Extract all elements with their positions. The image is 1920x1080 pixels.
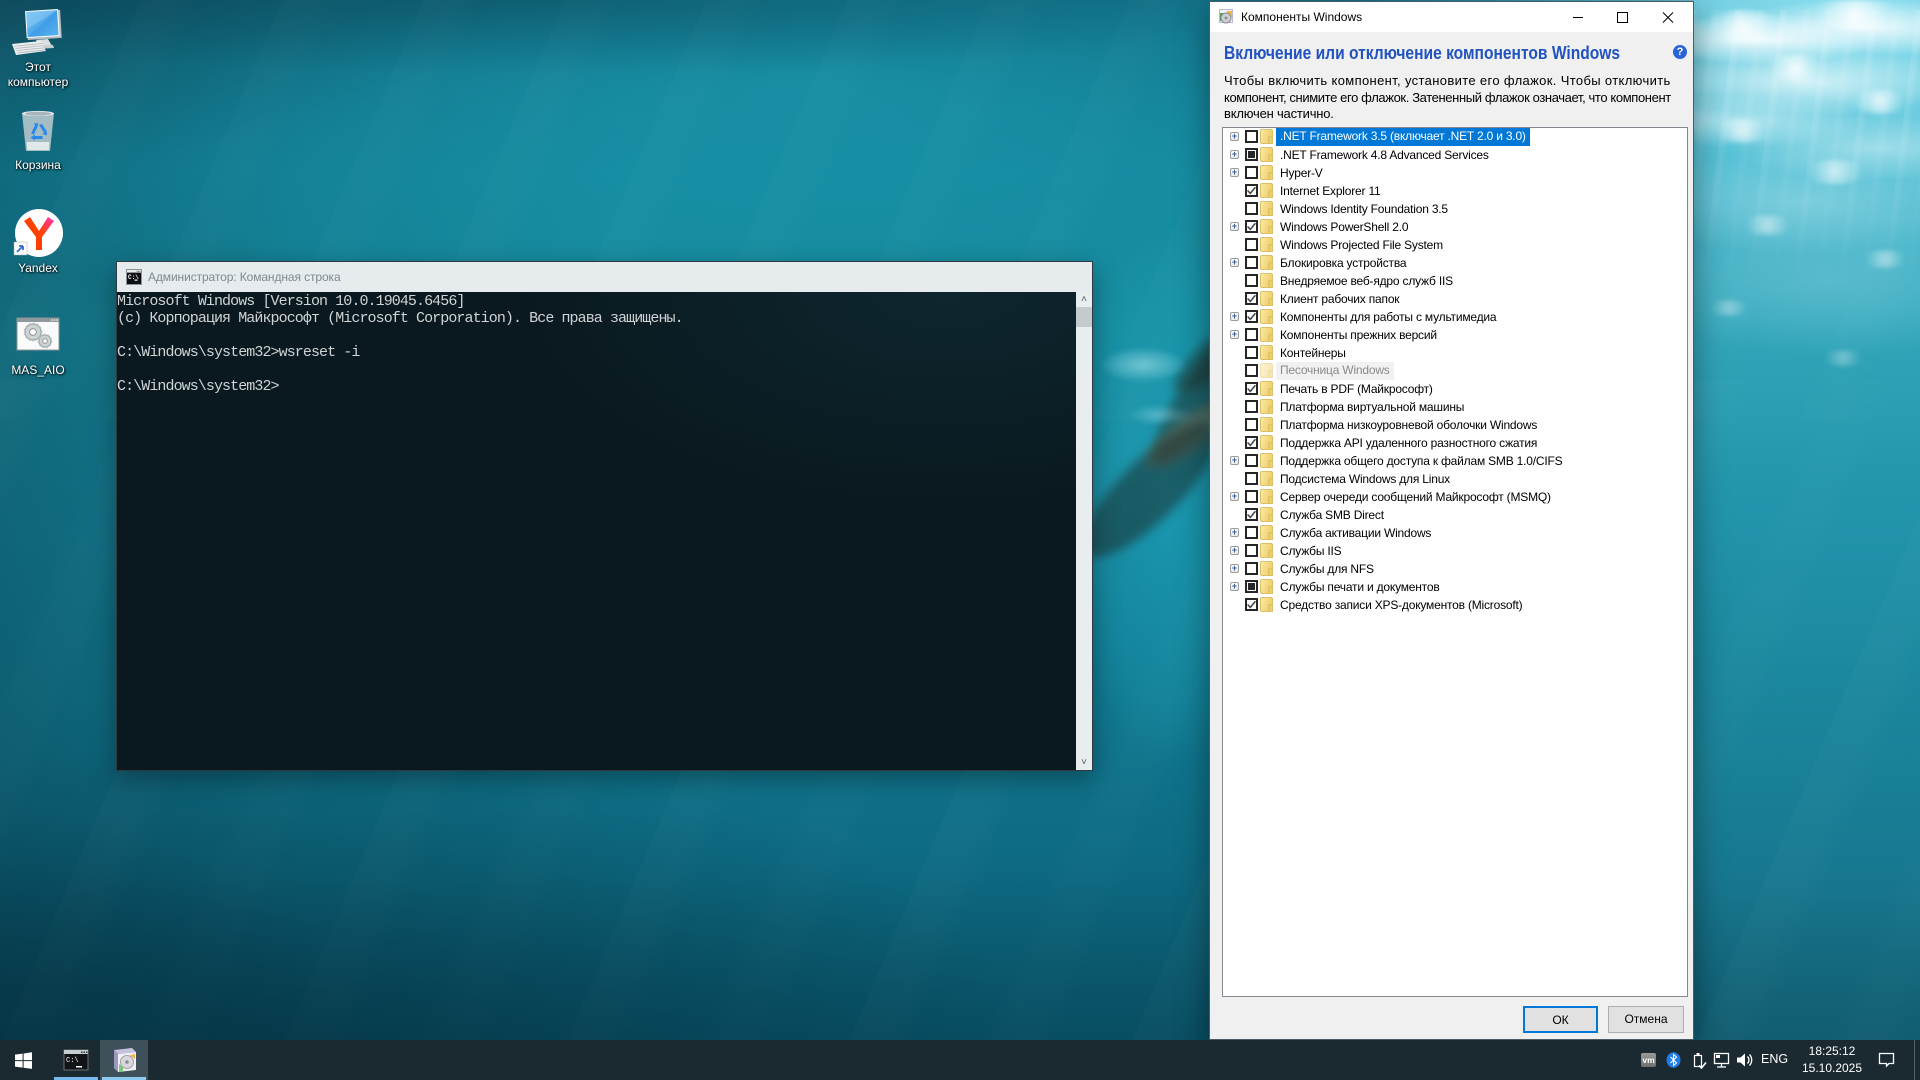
svg-text:C:\: C:\ [128, 274, 139, 281]
